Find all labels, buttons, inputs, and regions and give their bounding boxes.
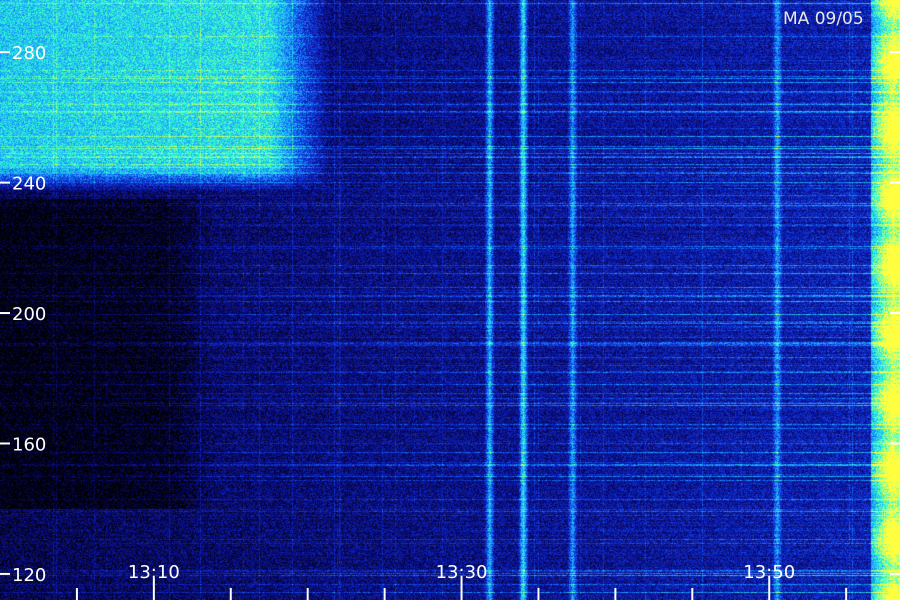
x-tick-label: 13:50 xyxy=(743,562,795,583)
y-tick-label: 160 xyxy=(12,434,46,455)
x-tick-label: 13:10 xyxy=(128,562,180,583)
y-tick-label: 200 xyxy=(12,304,46,325)
y-tick-label: 280 xyxy=(12,43,46,64)
y-tick-label: 120 xyxy=(12,565,46,586)
spectrogram-chart: 120 160 200 240 280 13:10 13:30 13:50 MA 09/05 xyxy=(0,0,900,600)
y-tick-label: 240 xyxy=(12,174,46,195)
spectrogram-heatmap xyxy=(0,0,900,600)
station-label: MA 09/05 xyxy=(783,9,864,29)
x-tick-label: 13:30 xyxy=(436,562,488,583)
